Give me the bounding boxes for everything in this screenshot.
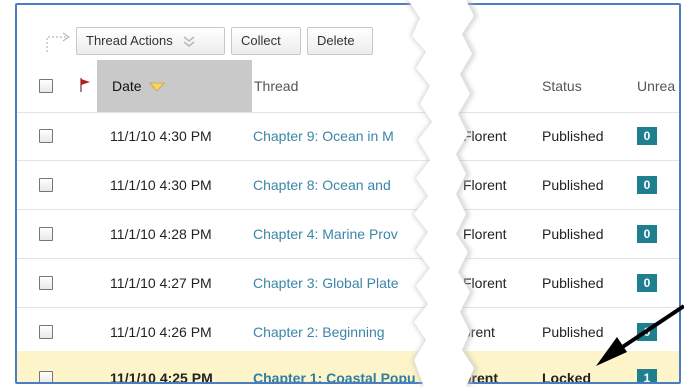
row-author: orent: [463, 370, 498, 384]
row-unread-badge[interactable]: 1: [637, 369, 657, 382]
select-all-checkbox[interactable]: [39, 79, 53, 93]
row-thread-link[interactable]: Chapter 9: Ocean in M: [253, 112, 394, 160]
row-checkbox[interactable]: [39, 227, 53, 241]
column-header-date[interactable]: Date: [112, 60, 166, 112]
row-author: Florent: [463, 128, 507, 144]
row-unread-badge[interactable]: 0: [637, 323, 657, 341]
column-header-status[interactable]: Status: [542, 60, 582, 112]
row-status: Published: [542, 128, 604, 144]
row-unread-badge[interactable]: 0: [637, 127, 657, 145]
thread-actions-button[interactable]: Thread Actions: [76, 27, 225, 55]
row-unread-badge[interactable]: 0: [637, 274, 657, 292]
table-row: 11/1/10 4:26 PM Chapter 2: Beginning ore…: [17, 308, 679, 357]
table-row: 11/1/10 4:28 PM Chapter 4: Marine Prov F…: [17, 210, 679, 259]
row-status: Locked: [542, 370, 592, 384]
table-row: 11/1/10 4:30 PM Chapter 8: Ocean and Flo…: [17, 161, 679, 210]
row-author: Florent: [463, 226, 507, 242]
table-row-highlighted: 11/1/10 4:25 PM Chapter 1: Coastal Popu …: [17, 351, 679, 384]
row-date: 11/1/10 4:27 PM: [110, 275, 212, 291]
row-date: 11/1/10 4:30 PM: [110, 128, 212, 144]
table-row: 11/1/10 4:30 PM Chapter 9: Ocean in M Fl…: [17, 112, 679, 161]
row-status: Published: [542, 324, 604, 340]
row-checkbox[interactable]: [39, 178, 53, 192]
row-thread-link[interactable]: Chapter 2: Beginning: [253, 308, 385, 356]
action-toolbar: Thread Actions Collect Delete: [17, 5, 679, 57]
row-checkbox[interactable]: [39, 325, 53, 339]
row-thread-link[interactable]: Chapter 1: Coastal Popu: [253, 351, 416, 382]
row-checkbox[interactable]: [39, 371, 53, 382]
row-author: Florent: [463, 177, 507, 193]
table-row: 11/1/10 4:27 PM Chapter 3: Global Plate …: [17, 259, 679, 308]
row-status: Published: [542, 177, 604, 193]
sort-down-triangle-icon: [149, 82, 166, 92]
row-status: Published: [542, 226, 604, 242]
row-unread-badge[interactable]: 0: [637, 176, 657, 194]
row-date: 11/1/10 4:25 PM: [110, 370, 213, 384]
row-author: orent: [463, 324, 495, 340]
row-checkbox[interactable]: [39, 129, 53, 143]
row-thread-link[interactable]: Chapter 4: Marine Prov: [253, 210, 398, 258]
flag-icon[interactable]: [79, 77, 91, 93]
row-thread-link[interactable]: Chapter 8: Ocean and: [253, 161, 391, 209]
row-unread-badge[interactable]: 0: [637, 225, 657, 243]
table-header: Date Thread Status Unrea: [17, 60, 679, 113]
column-header-thread[interactable]: Thread: [254, 60, 298, 112]
row-status: Published: [542, 275, 604, 291]
corner-arrow-icon: [46, 32, 70, 52]
delete-button[interactable]: Delete: [307, 27, 373, 55]
row-date: 11/1/10 4:26 PM: [110, 324, 212, 340]
double-chevron-down-icon: [183, 35, 195, 47]
row-checkbox[interactable]: [39, 276, 53, 290]
thread-actions-label: Thread Actions: [86, 33, 173, 48]
row-author: Florent: [463, 275, 507, 291]
column-header-date-label: Date: [112, 78, 142, 94]
row-date: 11/1/10 4:30 PM: [110, 177, 212, 193]
row-date: 11/1/10 4:28 PM: [110, 226, 212, 242]
discussion-thread-list: Thread Actions Collect Delete Date Threa…: [15, 3, 681, 384]
column-header-unread[interactable]: Unrea: [637, 60, 675, 112]
row-thread-link[interactable]: Chapter 3: Global Plate: [253, 259, 399, 307]
collect-button[interactable]: Collect: [231, 27, 301, 55]
